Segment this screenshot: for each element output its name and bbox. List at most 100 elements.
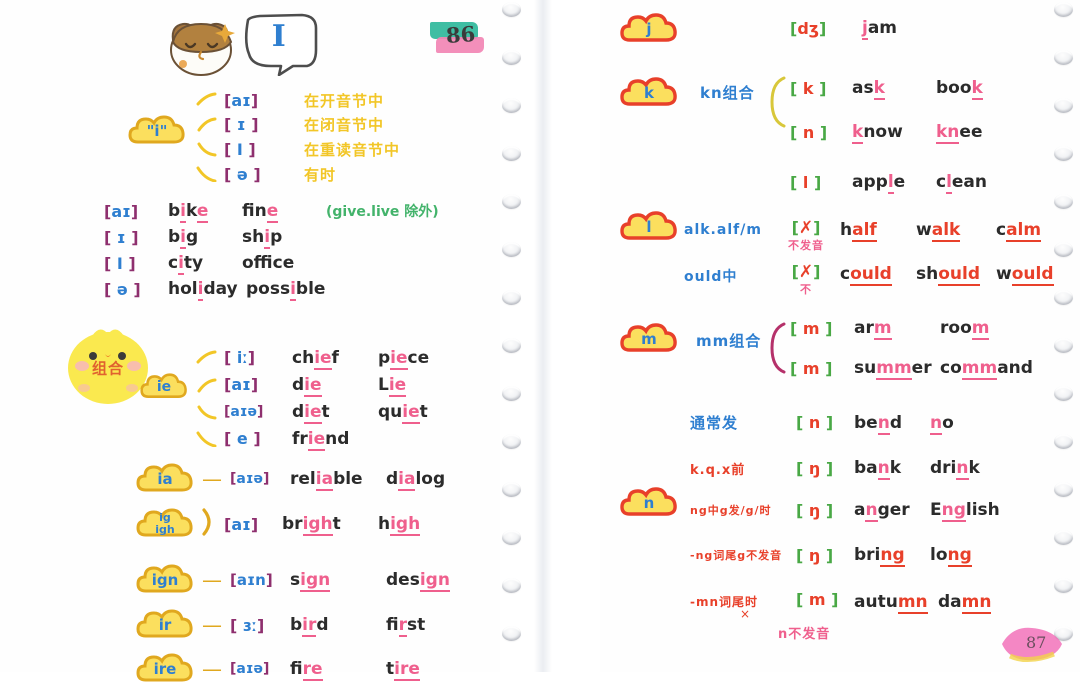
badge-n: n <box>620 486 678 520</box>
example-word: friend <box>292 428 350 451</box>
cloud-badge-label: "i" <box>146 121 168 140</box>
binder-ring <box>502 434 521 449</box>
example-word: design <box>386 570 450 592</box>
binder-ring <box>502 338 521 353</box>
example-word: possible <box>246 279 326 301</box>
ie-rule-row: [aɪə] diet quiet <box>196 398 429 425</box>
silent-marker: [✗] 不发音 <box>784 218 828 253</box>
i-rule-row: [ I ] 在重读音节中 <box>196 136 400 162</box>
cloud-badge: ie <box>140 372 188 402</box>
phonetic: [dʒ] <box>790 18 827 38</box>
example-word: anger <box>854 500 910 522</box>
badge-k: k <box>620 76 678 110</box>
hook-mark <box>196 431 217 447</box>
example-word: quiet <box>378 401 428 424</box>
ie-rules-list: [ iː] chief piece [aɪ] die Lie [aɪə] die… <box>196 344 429 452</box>
phonetic: [ k ] <box>790 78 827 98</box>
m-rule-row: [ m ] arm room <box>790 318 990 340</box>
cloud-badge: n <box>620 486 678 520</box>
binder-ring <box>1054 50 1073 65</box>
speech-bubble-letter-i: I <box>240 10 318 77</box>
example-word: know <box>852 122 903 144</box>
example-word: first <box>386 615 426 637</box>
example-word: city <box>168 253 204 275</box>
n-rule-row: k.q.x前 [ ŋ ] bank drink <box>690 458 980 480</box>
phonetic: [✗] <box>791 262 821 282</box>
cross-mark: × <box>740 607 751 621</box>
dash-mark: — <box>202 568 222 592</box>
example-note: (give.live 除外) <box>326 204 439 220</box>
rule-condition: 有时 <box>304 165 337 184</box>
example-word: bring <box>854 545 905 567</box>
binder-ring <box>1054 338 1073 353</box>
ie-rule-row: [ iː] chief piece <box>196 344 429 371</box>
svg-text:87: 87 <box>1026 633 1046 652</box>
rule-condition: alk.alf/m <box>684 222 762 238</box>
example-word: fine <box>242 201 279 223</box>
page-number-badge: 86 <box>424 18 486 60</box>
cloud-badge-label: ig igh <box>155 511 175 536</box>
example-word: dialog <box>386 469 446 491</box>
phonetic: [aɪə] <box>230 471 270 487</box>
group-label-mm: mm组合 <box>696 332 762 350</box>
cloud-badge: m <box>620 322 678 356</box>
binder-ring <box>502 626 521 641</box>
rule-condition: 在闭音节中 <box>304 115 385 134</box>
example-word: holiday <box>168 279 238 301</box>
binder-ring <box>502 530 521 545</box>
badge-i: "i" <box>128 114 186 148</box>
binder-ring <box>1054 290 1073 305</box>
example-word: piece <box>378 347 430 370</box>
i-rule-row: [ ə ] 有时 <box>196 162 400 186</box>
rule-condition: -ng词尾g不发音 <box>690 549 783 562</box>
example-row: [ ɪ ] big ship <box>104 224 439 250</box>
example-word: bank <box>854 458 902 480</box>
phonetic: [aɪə] <box>230 661 270 677</box>
phonetic: [ ɪ ] <box>104 227 139 247</box>
m-rule-row: [ m ] summer command <box>790 358 1033 380</box>
rule-condition: k.q.x前 <box>690 462 746 478</box>
hook-mark <box>197 117 217 132</box>
badge-l: l <box>620 210 678 244</box>
chick-label: 组合 <box>91 359 125 378</box>
phonetic: [ n ] <box>796 413 834 432</box>
l-rule-row: [ l ] apple clean <box>790 172 988 194</box>
example-word: clean <box>936 172 988 194</box>
example-word: room <box>940 318 990 340</box>
cloud-badge-label: n <box>643 493 655 512</box>
phonetic: [ n ] <box>790 122 828 142</box>
i-rule-row: [ ɪ ] 在闭音节中 <box>196 112 400 136</box>
n-rule-row: -ng词尾g不发音 [ ŋ ] bring long <box>690 545 972 567</box>
combo-row-ire: ire — [aɪə] fire tire <box>136 647 450 691</box>
binder-ring <box>502 98 521 113</box>
binder-ring <box>1054 2 1073 17</box>
ie-rule-row: [aɪ] die Lie <box>196 371 429 398</box>
example-word: no <box>930 412 954 435</box>
cloud-badge-label: ign <box>151 570 179 589</box>
phonetic: [ l ] <box>790 172 822 192</box>
corner-watermark: 87 <box>996 618 1070 666</box>
binder-ring <box>1054 530 1073 545</box>
phonetic: [ m ] <box>790 358 833 378</box>
example-word: arm <box>854 318 892 340</box>
rule-condition: ng中g发/g/时 <box>690 504 772 517</box>
phonetic: [ I ] <box>224 139 256 159</box>
hook-mark <box>196 350 217 363</box>
example-word: could <box>840 264 892 286</box>
example-word: bright <box>282 514 341 536</box>
phonetic: [ iː] <box>224 348 256 367</box>
cloud-badge-label: ie <box>156 379 172 395</box>
cloud-badge-label: l <box>646 217 652 236</box>
brace-mark <box>768 74 788 134</box>
example-word: jam <box>862 18 898 40</box>
combo-row-ir: ir — [ ɜː] bird first <box>136 603 450 647</box>
example-row: [aɪ] bike fine (give.live 除外) <box>104 198 439 224</box>
ie-rule-row: [ e ] friend <box>196 425 429 452</box>
cloud-badge: l <box>620 210 678 244</box>
binder-ring <box>1054 242 1073 257</box>
cloud-badge-label: k <box>644 83 654 102</box>
rule-condition: 在开音节中 <box>304 91 385 110</box>
phonetic: [ ə ] <box>104 279 141 299</box>
binder-ring <box>1054 194 1073 209</box>
page-number: 86 <box>445 21 477 48</box>
